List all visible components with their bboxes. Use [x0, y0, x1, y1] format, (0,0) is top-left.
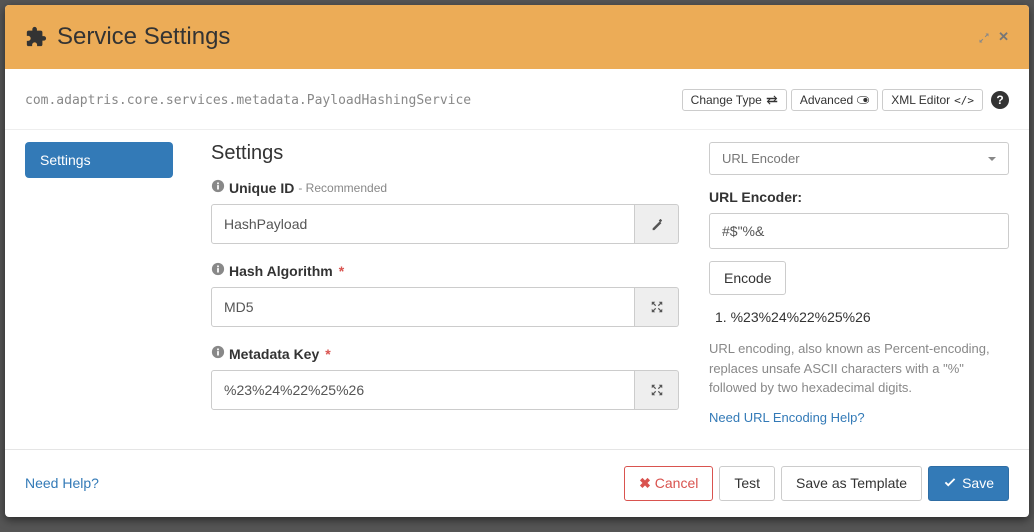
save-template-button[interactable]: Save as Template [781, 466, 922, 501]
service-settings-modal: Service Settings ✕ com.adaptris.core.ser… [5, 5, 1029, 517]
expand-field-button[interactable] [635, 370, 679, 410]
cancel-x-icon: ✖ [639, 475, 651, 491]
required-indicator: * [339, 263, 344, 279]
magic-wand-button[interactable] [635, 204, 679, 244]
encoder-section-label: URL Encoder: [709, 189, 1009, 205]
need-help-link[interactable]: Need Help? [25, 475, 99, 491]
encoder-description: URL encoding, also known as Percent-enco… [709, 339, 1009, 398]
sidebar: Settings [25, 142, 193, 425]
main-settings-panel: Settings Unique ID - Recommended Hash Al… [193, 142, 709, 425]
encode-button[interactable]: Encode [709, 261, 786, 295]
info-icon[interactable] [211, 345, 225, 362]
expand-field-button[interactable] [635, 287, 679, 327]
advanced-button[interactable]: Advanced [791, 89, 878, 111]
unique-id-label: Unique ID - Recommended [211, 179, 679, 196]
header-button-group: Change Type Advanced XML Editor </> ? [682, 89, 1009, 111]
service-classname: com.adaptris.core.services.metadata.Payl… [25, 93, 471, 108]
modal-body: Settings Settings Unique ID - Recommende… [5, 130, 1029, 449]
encoder-result-item: %23%24%22%25%26 [715, 309, 1009, 325]
modal-footer: Need Help? ✖ Cancel Test Save as Templat… [5, 449, 1029, 517]
test-button[interactable]: Test [719, 466, 775, 501]
encoder-panel: URL Encoder URL Encoder: Encode %23%24%2… [709, 142, 1009, 425]
info-icon[interactable] [211, 262, 225, 279]
swap-icon [766, 94, 778, 106]
metadata-key-input[interactable] [211, 370, 635, 410]
puzzle-icon [25, 26, 47, 48]
toggle-icon [857, 94, 869, 106]
save-button[interactable]: Save [928, 466, 1009, 501]
expand-icon[interactable] [978, 29, 990, 45]
modal-title: Service Settings [57, 23, 230, 51]
chevron-down-icon [988, 157, 996, 161]
code-icon: </> [954, 94, 974, 107]
info-icon[interactable] [211, 179, 225, 196]
encoder-type-dropdown[interactable]: URL Encoder [709, 142, 1009, 175]
sub-header: com.adaptris.core.services.metadata.Payl… [5, 69, 1029, 130]
settings-heading: Settings [211, 142, 679, 165]
unique-id-input[interactable] [211, 204, 635, 244]
check-icon [943, 476, 957, 490]
tab-settings[interactable]: Settings [25, 142, 173, 178]
help-icon[interactable]: ? [991, 91, 1009, 109]
encoding-help-link[interactable]: Need URL Encoding Help? [709, 410, 865, 425]
change-type-button[interactable]: Change Type [682, 89, 787, 111]
close-icon[interactable]: ✕ [998, 29, 1009, 45]
required-indicator: * [325, 346, 330, 362]
hash-algorithm-input[interactable] [211, 287, 635, 327]
metadata-key-label: Metadata Key * [211, 345, 679, 362]
hash-algorithm-label: Hash Algorithm * [211, 262, 679, 279]
xml-editor-button[interactable]: XML Editor </> [882, 89, 983, 111]
encoder-input[interactable] [709, 213, 1009, 249]
encoder-results: %23%24%22%25%26 [715, 309, 1009, 325]
modal-header: Service Settings ✕ [5, 5, 1029, 69]
cancel-button[interactable]: ✖ Cancel [624, 466, 713, 501]
